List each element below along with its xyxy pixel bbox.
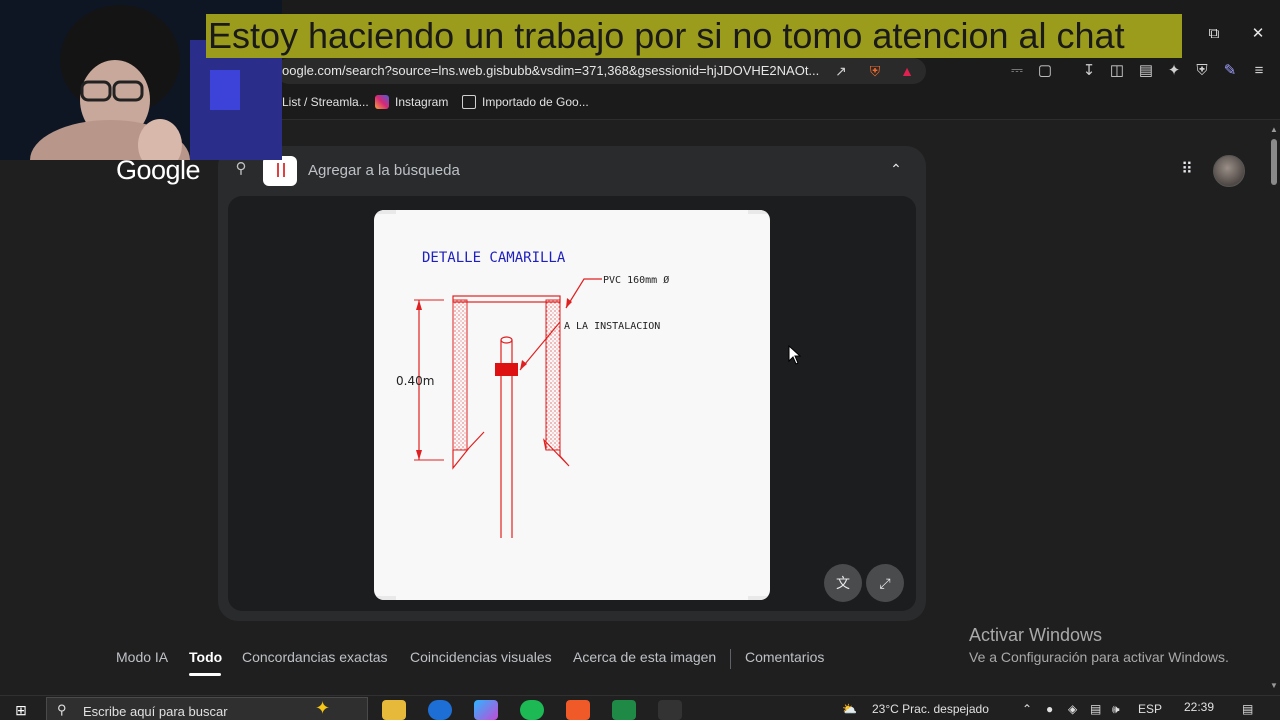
windows-start-icon[interactable]: ⊞ (12, 701, 30, 719)
tab-coincidencias-visuales[interactable]: Coincidencias visuales (410, 649, 552, 665)
pvc-label: PVC 160mm Ø (603, 274, 669, 286)
weather-text[interactable]: 23°C Prac. despejado (872, 702, 989, 716)
bookmark-label: Instagram (395, 95, 449, 109)
tab-modo-ia[interactable]: Modo IA (116, 649, 168, 665)
activate-windows-watermark: Activar Windows Ve a Configuración para … (969, 625, 1229, 665)
search-placeholder[interactable]: Agregar a la búsqueda (308, 162, 460, 179)
chevron-up-icon[interactable]: ⌃ (886, 159, 906, 179)
copilot-sparkle-icon: ✦ (315, 698, 331, 718)
camarilla-drawing: DETALLE CAMARILLA 0.40m PVC 160mm Ø A LA… (396, 250, 669, 538)
page-scrollbar[interactable]: ▲ ▼ (1268, 121, 1280, 695)
vpn-icon[interactable]: ⛨ (1193, 62, 1211, 80)
bookmark-folder-imported[interactable]: Importado de Goo... (462, 95, 589, 109)
query-image[interactable]: DETALLE CAMARILLA 0.40m PVC 160mm Ø A LA… (374, 210, 770, 600)
activate-windows-title: Activar Windows (969, 625, 1103, 645)
google-lens-page: Google ⚲ Agregar a la búsqueda ⌃ DETALLE… (0, 121, 1268, 695)
scroll-up-icon[interactable]: ▲ (1269, 125, 1279, 135)
microphone-icon[interactable]: ● (1046, 702, 1053, 716)
lid (452, 295, 561, 303)
close-window-icon[interactable]: ✕ (1246, 24, 1270, 44)
extensions-icon[interactable]: ⎓ (1008, 62, 1026, 80)
mouse-cursor-icon (788, 345, 802, 365)
windows-taskbar: ⊞ ⚲ Escribe aquí para buscar ✦ ⛅ 23°C Pr… (0, 695, 1280, 720)
brave-icon[interactable] (566, 700, 590, 720)
app-icon[interactable] (658, 700, 682, 720)
bookmark-label: List / Streamla... (282, 95, 369, 109)
stream-caption: Estoy haciendo un trabajo por si no tomo… (206, 14, 1182, 58)
scroll-thumb[interactable] (1271, 139, 1277, 185)
tab-todo[interactable]: Todo (189, 649, 222, 665)
instagram-icon (375, 95, 389, 109)
height-label: 0.40m (396, 374, 434, 388)
tab-comentarios[interactable]: Comentarios (745, 649, 824, 665)
image-preview-area: DETALLE CAMARILLA 0.40m PVC 160mm Ø A LA… (228, 196, 916, 611)
drawing-title: DETALLE CAMARILLA (422, 250, 566, 266)
taskbar-search-placeholder: Escribe aquí para buscar (83, 704, 228, 719)
network-icon[interactable]: ◈ (1068, 702, 1077, 716)
notifications-icon[interactable]: ▤ (1242, 702, 1253, 716)
apps-grid-icon[interactable]: ⠿ (1178, 161, 1196, 179)
avatar[interactable] (1213, 155, 1245, 187)
scroll-down-icon[interactable]: ▼ (1269, 681, 1279, 691)
download-icon[interactable]: ↧ (1080, 62, 1098, 80)
spotify-icon[interactable] (520, 700, 544, 720)
file-explorer-icon[interactable] (382, 700, 406, 720)
taskbar-search[interactable]: ⚲ Escribe aquí para buscar ✦ (46, 697, 368, 720)
excel-icon[interactable] (612, 700, 636, 720)
wallet-icon[interactable]: ▤ (1137, 62, 1155, 80)
url-text[interactable]: oogle.com/search?source=lns.web.gisbubb&… (282, 63, 822, 78)
leo-icon[interactable]: ✦ (1165, 62, 1183, 80)
menu-icon[interactable]: ≡ (1250, 62, 1268, 80)
tab-divider (730, 649, 731, 669)
sidebar-icon[interactable]: ◫ (1108, 62, 1126, 80)
share-icon[interactable]: ↗ (832, 62, 850, 80)
right-wall (545, 299, 561, 451)
active-tab-underline (189, 673, 221, 676)
bookmark-label: Importado de Goo... (482, 95, 589, 109)
search-icon: ⚲ (235, 160, 247, 177)
volume-icon[interactable]: 🕪 (1112, 702, 1120, 717)
install-arrow (520, 360, 527, 370)
bookmark-streamlabs[interactable]: List / Streamla... (282, 95, 369, 109)
restore-window-icon[interactable]: ⧉ (1202, 24, 1226, 44)
language-indicator[interactable]: ESP (1138, 702, 1162, 716)
folder-icon (462, 95, 476, 109)
translate-icon[interactable]: 文 (824, 564, 862, 602)
clock-time[interactable]: 22:39 (1184, 700, 1214, 714)
outlook-icon[interactable] (428, 700, 452, 720)
pen-icon[interactable]: ✎ (1221, 62, 1239, 80)
valve (495, 363, 518, 376)
dimension-arrow (416, 450, 422, 460)
weather-icon[interactable]: ⛅ (842, 702, 857, 716)
query-image-thumbnail[interactable] (263, 156, 297, 186)
dimension-arrow (416, 300, 422, 310)
tab-concordancias-exactas[interactable]: Concordancias exactas (242, 649, 388, 665)
lens-search-panel: ⚲ Agregar a la búsqueda ⌃ DETALLE CAMARI… (218, 146, 926, 621)
tray-expand-icon[interactable]: ⌃ (1022, 702, 1032, 716)
find-icon[interactable]: ▢ (1036, 62, 1054, 80)
left-wall (452, 299, 468, 451)
address-bar[interactable]: oogle.com/search?source=lns.web.gisbubb&… (276, 58, 926, 84)
rewards-icon[interactable]: ▲ (898, 62, 916, 80)
activate-windows-subtitle: Ve a Configuración para activar Windows. (969, 649, 1229, 665)
bookmark-instagram[interactable]: Instagram (375, 95, 448, 109)
fullscreen-icon[interactable]: ⤢ (866, 564, 904, 602)
pvc-leader (565, 278, 602, 309)
wifi-icon[interactable]: ▤ (1090, 702, 1101, 716)
screen: ⧉ ✕ oogle.com/search?source=lns.web.gisb… (0, 0, 1280, 720)
tab-acerca-de-esta-imagen[interactable]: Acerca de esta imagen (573, 649, 716, 665)
brave-shield-icon[interactable]: ⛨ (866, 62, 884, 80)
copilot-icon[interactable] (474, 700, 498, 720)
search-icon: ⚲ (57, 702, 67, 717)
search-bar[interactable]: ⚲ Agregar a la búsqueda ⌃ (218, 146, 926, 196)
install-label: A LA INSTALACION (564, 321, 660, 332)
pipe-top (500, 336, 513, 344)
